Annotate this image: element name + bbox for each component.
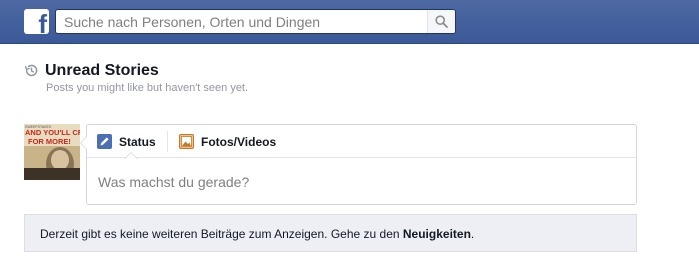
search-input[interactable] [56,10,426,33]
search-icon [435,15,448,28]
avatar-image: SWEEPSTAKES AND YOU'LL CRY FOR MORE! [24,124,80,180]
tab-divider [167,131,168,152]
photo-icon [179,134,194,149]
notice-suffix: . [470,227,475,241]
active-tab-indicator [124,152,138,159]
avatar-text-line-1: AND YOU'LL CRY [25,128,80,137]
pencil-icon [97,134,112,149]
composer-pointer [80,136,87,150]
top-bar: f [0,0,699,44]
no-more-stories-notice: Derzeit gibt es keine weiteren Beiträge … [24,214,637,252]
page-title: Unread Stories [45,62,159,79]
avatar[interactable]: SWEEPSTAKES AND YOU'LL CRY FOR MORE! [24,124,80,180]
status-composer: Status Fotos/Videos [80,124,637,205]
page-subtitle: Posts you might like but haven't seen ye… [46,82,249,94]
news-feed-link[interactable]: Neuigkeiten [403,227,471,241]
tab-photos-label: Fotos/Videos [201,135,277,149]
avatar-text-line-2: FOR MORE! [28,137,71,146]
composer-tabs: Status Fotos/Videos [87,125,636,159]
history-icon [24,64,38,77]
search-box [55,9,456,34]
status-input[interactable] [88,159,635,203]
facebook-logo-icon[interactable]: f [24,9,49,34]
search-button[interactable] [427,10,455,33]
logo-letter: f [38,9,47,34]
notice-text: Derzeit gibt es keine weiteren Beiträge … [40,227,403,241]
